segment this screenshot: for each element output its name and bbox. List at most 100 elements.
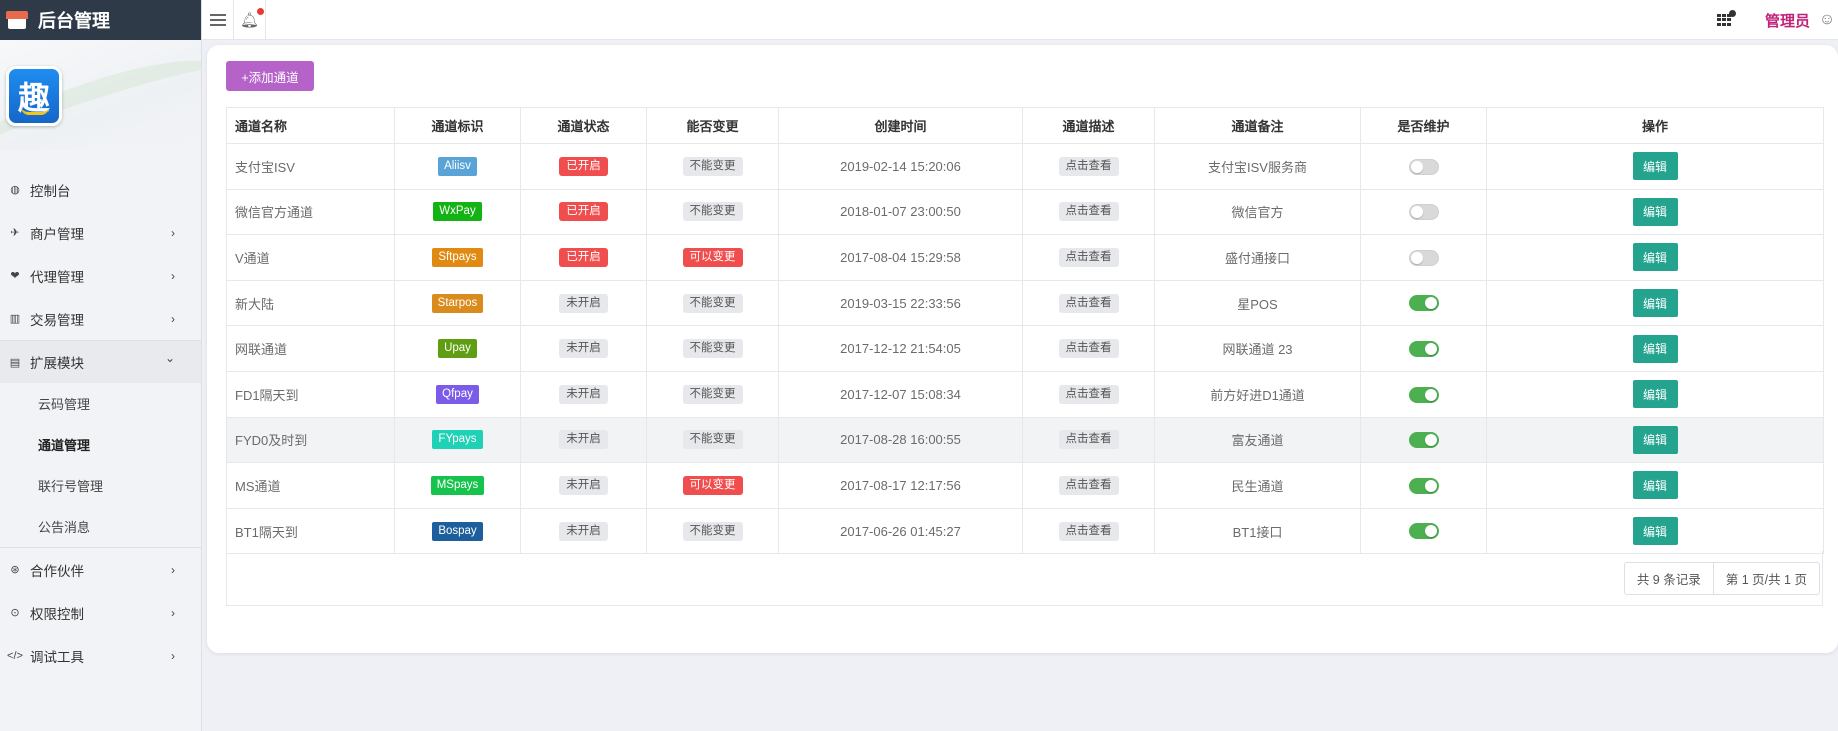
submenu-item-3[interactable]: 公告消息	[0, 506, 201, 547]
table-cell	[1360, 462, 1487, 509]
view-description-button[interactable]: 点击查看	[1058, 430, 1119, 450]
sidebar-item-top-2[interactable]: ❤ 代理管理 ›	[0, 254, 201, 297]
submenu-item-1[interactable]: 通道管理	[0, 424, 201, 465]
table-cell: 编辑	[1486, 143, 1824, 190]
column-header: 通道备注	[1154, 107, 1361, 144]
edit-button[interactable]: 编辑	[1632, 243, 1678, 272]
toggle-knob	[1424, 434, 1437, 447]
changeable-badge: 不能变更	[682, 384, 743, 404]
view-description-button[interactable]: 点击查看	[1058, 247, 1119, 267]
notification-button[interactable]: 🔔︎	[234, 0, 266, 40]
edit-button[interactable]: 编辑	[1632, 517, 1678, 546]
toggle-knob	[1424, 342, 1437, 355]
chevron-right-icon: ›	[171, 312, 175, 326]
table-row[interactable]: V通道 Sftpays 已开启 可以变更 2017-08-04 15:29:58 点击查看…	[226, 234, 1824, 281]
add-channel-button[interactable]: +添加通道	[226, 61, 314, 91]
content-card: +添加通道 通道名称 通道标识 通道状态 能否变更 创建时间 通道描述 通道备注 是否维护 操作…	[207, 45, 1838, 653]
submenu-item-0[interactable]: 云码管理	[0, 383, 201, 424]
maintenance-toggle[interactable]	[1408, 204, 1439, 221]
table-cell: Sftpays	[394, 234, 521, 281]
table-row[interactable]: FD1隔天到 Qfpay 未开启 不能变更 2017-12-07 15:08:34 点击查…	[226, 370, 1824, 418]
table-cell: 点击查看	[1022, 234, 1155, 281]
view-description-button[interactable]: 点击查看	[1058, 202, 1119, 222]
sidebar-item-label: 交易管理	[30, 312, 84, 328]
edit-button[interactable]: 编辑	[1632, 425, 1678, 454]
edit-button[interactable]: 编辑	[1632, 471, 1678, 500]
table-row[interactable]: 网联通道 Upay 未开启 不能变更 2017-12-12 21:54:05 点击查看 网联…	[226, 325, 1824, 372]
table-cell: 不能变更	[646, 370, 779, 418]
sidebar-item-bottom-1[interactable]: ⊙ 权限控制 ›	[0, 591, 201, 634]
channel-code-badge: Sftpays	[432, 247, 483, 267]
maintenance-toggle[interactable]	[1408, 158, 1439, 175]
maintenance-toggle[interactable]	[1408, 523, 1439, 540]
view-description-button[interactable]: 点击查看	[1058, 384, 1119, 404]
table-cell: 编辑	[1486, 507, 1824, 555]
maintenance-toggle[interactable]	[1408, 477, 1439, 494]
channel-remark: 微信官方	[1154, 188, 1361, 236]
brand-bar[interactable]: 后台管理	[0, 0, 201, 40]
sidebar-item-top-1[interactable]: ✈ 商户管理 ›	[0, 211, 201, 254]
view-description-button[interactable]: 点击查看	[1058, 475, 1119, 495]
changeable-badge: 可以变更	[682, 247, 743, 267]
table-cell: 编辑	[1486, 325, 1824, 372]
changeable-badge: 可以变更	[682, 475, 743, 495]
table-row[interactable]: BT1隔天到 Bospay 未开启 不能变更 2017-06-26 01:45:27 点击…	[226, 507, 1824, 555]
sidebar-item-bottom-0[interactable]: ⊛ 合作伙伴 ›	[0, 548, 201, 591]
maintenance-toggle[interactable]	[1408, 249, 1439, 266]
edit-button[interactable]: 编辑	[1632, 289, 1678, 318]
user-icon[interactable]: ☺	[1816, 9, 1838, 31]
chevron-right-icon: ›	[171, 649, 175, 663]
channel-remark: 支付宝ISV服务商	[1154, 143, 1361, 190]
maintenance-toggle[interactable]	[1408, 432, 1439, 449]
table-cell: 可以变更	[646, 234, 779, 281]
changeable-badge: 不能变更	[682, 293, 743, 313]
view-description-button[interactable]: 点击查看	[1058, 521, 1119, 541]
hamburger-icon	[209, 13, 226, 26]
chevron-right-icon: ›	[171, 226, 175, 240]
column-header: 通道描述	[1022, 107, 1155, 144]
edit-button[interactable]: 编辑	[1632, 197, 1678, 226]
sidebar-item-label: 权限控制	[30, 606, 84, 622]
table-row[interactable]: 新大陆 Starpos 未开启 不能变更 2019-03-15 22:33:56 点击查看…	[226, 279, 1824, 327]
edit-button[interactable]: 编辑	[1632, 334, 1678, 363]
sidebar-item-bottom-2[interactable]: </> 调试工具 ›	[0, 634, 201, 677]
edit-button[interactable]: 编辑	[1632, 380, 1678, 409]
table-row[interactable]: FYD0及时到 FYpays 未开启 不能变更 2017-08-28 16:00:55 点…	[226, 416, 1824, 464]
view-description-button[interactable]: 点击查看	[1058, 156, 1119, 176]
table-cell: 可以变更	[646, 462, 779, 509]
table-cell: Upay	[394, 325, 521, 372]
maintenance-toggle[interactable]	[1408, 386, 1439, 403]
menu-toggle-button[interactable]	[202, 0, 234, 40]
channel-remark: 前方好进D1通道	[1154, 370, 1361, 418]
admin-label[interactable]: 管理员	[1765, 10, 1810, 31]
status-badge: 已开启	[559, 202, 608, 222]
table-row[interactable]: 微信官方通道 WxPay 已开启 不能变更 2018-01-07 23:00:50 点击查…	[226, 188, 1824, 236]
sidebar: 后台管理 趣 ◍ 控制台 ✈ 商户管理 › ❤ 代理管理 › ▥ 交易管理 › ▤ 扩展模块 ⌄ 云码管理通…	[0, 0, 202, 731]
paper-plane-icon: ✈	[10, 227, 20, 239]
table-row[interactable]: 支付宝ISV Aliisv 已开启 不能变更 2019-02-14 15:20:06 点击…	[226, 143, 1824, 190]
channel-name: V通道	[226, 234, 395, 281]
channel-name: 网联通道	[226, 325, 395, 372]
sidebar-item-expanded-0[interactable]: ▤ 扩展模块 ⌄	[0, 340, 201, 383]
channel-remark: 民生通道	[1154, 462, 1361, 509]
view-description-button[interactable]: 点击查看	[1058, 293, 1119, 313]
sidebar-item-label: 调试工具	[30, 649, 84, 665]
table-cell: 编辑	[1486, 416, 1824, 464]
sidebar-item-top-0[interactable]: ◍ 控制台	[0, 168, 201, 211]
view-description-button[interactable]: 点击查看	[1058, 339, 1119, 359]
channel-code-badge: Bospay	[432, 521, 483, 541]
created-time: 2017-12-07 15:08:34	[778, 370, 1023, 418]
apps-grid-icon[interactable]	[1716, 10, 1736, 26]
table-row[interactable]: MS通道 MSpays 未开启 可以变更 2017-08-17 12:17:56 点击查看…	[226, 462, 1824, 509]
channel-name: BT1隔天到	[226, 507, 395, 555]
created-time: 2017-08-17 12:17:56	[778, 462, 1023, 509]
maintenance-toggle[interactable]	[1408, 295, 1439, 312]
edit-button[interactable]: 编辑	[1632, 152, 1678, 181]
app-logo: 趣	[6, 66, 62, 126]
partner-icon: ⊛	[10, 564, 20, 576]
maintenance-toggle[interactable]	[1408, 340, 1439, 357]
table-cell: 不能变更	[646, 188, 779, 236]
logo-smile	[21, 107, 49, 115]
sidebar-item-top-3[interactable]: ▥ 交易管理 ›	[0, 297, 201, 340]
submenu-item-2[interactable]: 联行号管理	[0, 465, 201, 506]
